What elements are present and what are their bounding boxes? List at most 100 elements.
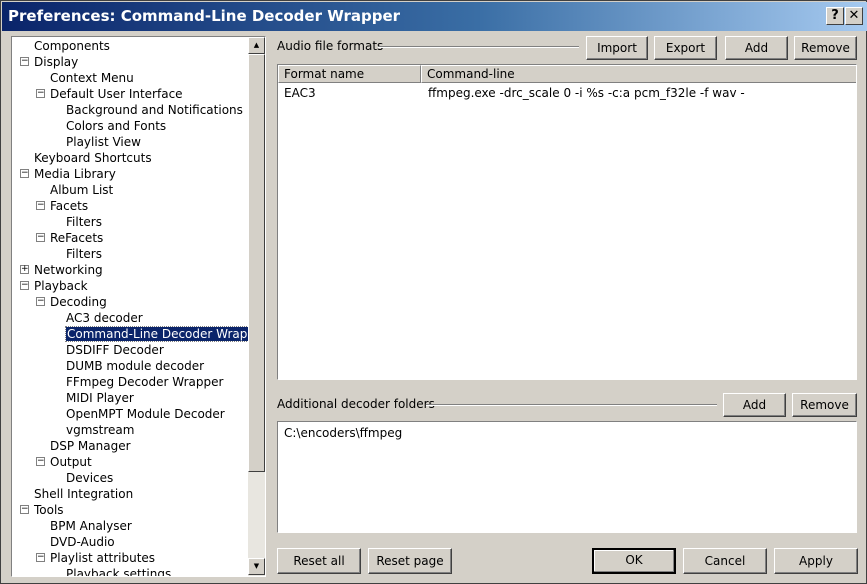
title-bar[interactable]: Preferences: Command-Line Decoder Wrappe… — [2, 2, 867, 31]
tree-item-label: Background and Notifications — [66, 103, 243, 117]
tree-item[interactable]: Shell Integration — [34, 486, 133, 502]
tree-item-label: Command-Line Decoder Wrapper — [64, 326, 249, 342]
tree-item-label: DVD-Audio — [50, 535, 115, 549]
folder-entry[interactable]: C:\encoders\ffmpeg — [284, 426, 402, 440]
tree-item-label: FFmpeg Decoder Wrapper — [66, 375, 224, 389]
tree-item-label: Display — [34, 55, 79, 69]
apply-button[interactable]: Apply — [774, 548, 858, 574]
tree-item-label: Media Library — [34, 167, 116, 181]
tree-item-label: Shell Integration — [34, 487, 134, 501]
tree-item-label: Devices — [66, 471, 114, 485]
collapse-minus-icon[interactable]: − — [36, 201, 45, 210]
tree-item-label: Networking — [34, 263, 103, 277]
tree-item[interactable]: Playlist View — [66, 134, 141, 150]
tree-item-label: Context Menu — [50, 71, 134, 85]
tree-item[interactable]: Filters — [66, 214, 102, 230]
tree-item[interactable]: Devices — [66, 470, 113, 486]
import-button[interactable]: Import — [586, 36, 648, 60]
tree-scrollbar[interactable]: ▲ ▼ — [248, 37, 265, 576]
tree-item[interactable]: Colors and Fonts — [66, 118, 166, 134]
tree-item-label: Colors and Fonts — [66, 119, 167, 133]
collapse-minus-icon[interactable]: − — [20, 505, 29, 514]
tree-item-label: MIDI Player — [66, 391, 134, 405]
command-line-cell[interactable]: ffmpeg.exe -drc_scale 0 -i %s -c:a pcm_f… — [428, 85, 745, 102]
format-name-cell[interactable]: EAC3 — [284, 85, 316, 102]
tree-item[interactable]: DSDIFF Decoder — [66, 342, 164, 358]
tree-item-label: Playback — [34, 279, 88, 293]
tree-item[interactable]: DVD-Audio — [50, 534, 115, 550]
tree-item-label: ReFacets — [50, 231, 104, 245]
column-header-format-name[interactable]: Format name — [278, 65, 421, 83]
export-button[interactable]: Export — [654, 36, 717, 60]
tree-item-label: BPM Analyser — [50, 519, 132, 533]
collapse-minus-icon[interactable]: − — [20, 57, 29, 66]
add-format-button[interactable]: Add — [725, 36, 788, 60]
tree-item[interactable]: OpenMPT Module Decoder — [66, 406, 225, 422]
tree-item[interactable]: Networking — [34, 262, 103, 278]
tree-item[interactable]: DSP Manager — [50, 438, 131, 454]
formats-list[interactable]: Format name Command-line EAC3 ffmpeg.exe… — [277, 64, 857, 380]
preferences-window: Preferences: Command-Line Decoder Wrappe… — [0, 0, 867, 584]
tree-item[interactable]: Playlist attributes — [50, 550, 155, 566]
tree-item[interactable]: MIDI Player — [66, 390, 134, 406]
tree-item-label: DUMB module decoder — [66, 359, 205, 373]
tree-item[interactable]: Context Menu — [50, 70, 134, 86]
tree-item[interactable]: Keyboard Shortcuts — [34, 150, 152, 166]
tree-item-label: Playlist View — [66, 135, 141, 149]
add-folder-button[interactable]: Add — [723, 393, 786, 417]
collapse-minus-icon[interactable]: − — [36, 297, 45, 306]
ok-button[interactable]: OK — [592, 548, 676, 574]
tree-item[interactable]: Default User Interface — [50, 86, 183, 102]
tree-item-label: DSDIFF Decoder — [66, 343, 164, 357]
tree-item[interactable]: Tools — [34, 502, 64, 518]
tree-item[interactable]: Facets — [50, 198, 88, 214]
tree-item[interactable]: BPM Analyser — [50, 518, 132, 534]
audio-formats-heading: Audio file formats — [277, 39, 384, 53]
remove-folder-button[interactable]: Remove — [792, 393, 857, 417]
tree-item[interactable]: Album List — [50, 182, 113, 198]
help-button[interactable]: ? — [826, 7, 844, 25]
collapse-minus-icon[interactable]: − — [20, 281, 29, 290]
tree-item[interactable]: Filters — [66, 246, 102, 262]
tree-item-label: Decoding — [50, 295, 107, 309]
collapse-minus-icon[interactable]: − — [36, 457, 45, 466]
tree-item[interactable]: Background and Notifications — [66, 102, 243, 118]
tree-item-label: Filters — [66, 215, 102, 229]
tree-item[interactable]: Components — [34, 38, 110, 54]
close-button[interactable]: ✕ — [845, 7, 863, 25]
tree-item-label: AC3 decoder — [66, 311, 143, 325]
tree-item[interactable]: Display — [34, 54, 78, 70]
tree-item[interactable]: DUMB module decoder — [66, 358, 204, 374]
tree-item[interactable]: Playback — [34, 278, 88, 294]
audio-formats-divider — [378, 46, 579, 48]
remove-format-button[interactable]: Remove — [794, 36, 857, 60]
collapse-minus-icon[interactable]: − — [36, 233, 45, 242]
reset-page-button[interactable]: Reset page — [368, 548, 452, 574]
reset-all-button[interactable]: Reset all — [277, 548, 361, 574]
collapse-minus-icon[interactable]: − — [36, 89, 45, 98]
scroll-down-arrow-icon[interactable]: ▼ — [248, 558, 265, 575]
tree-item[interactable]: FFmpeg Decoder Wrapper — [66, 374, 223, 390]
preferences-tree: Components − Display Context Menu − Default U… — [11, 36, 266, 577]
tree-item-label: Filters — [66, 247, 102, 261]
scroll-up-arrow-icon[interactable]: ▲ — [248, 37, 265, 54]
expand-plus-icon[interactable]: + — [20, 265, 29, 274]
tree-item[interactable]: Decoding — [50, 294, 107, 310]
decoder-folders-heading: Additional decoder folders — [277, 397, 435, 411]
tree-item[interactable]: AC3 decoder — [66, 310, 143, 326]
decoder-folders-list[interactable]: C:\encoders\ffmpeg — [277, 421, 857, 533]
tree-item[interactable]: vgmstream — [66, 422, 134, 438]
tree-item[interactable]: Output — [50, 454, 92, 470]
collapse-minus-icon[interactable]: − — [36, 553, 45, 562]
tree-item[interactable]: ReFacets — [50, 230, 103, 246]
tree-item-label: OpenMPT Module Decoder — [66, 407, 225, 421]
tree-item[interactable]: Playback settings — [66, 566, 171, 576]
collapse-minus-icon[interactable]: − — [20, 169, 29, 178]
tree-item-label: Default User Interface — [50, 87, 183, 101]
column-header-command-line[interactable]: Command-line — [421, 65, 856, 83]
tree-item-label: Tools — [34, 503, 64, 517]
tree-item[interactable]: Media Library — [34, 166, 116, 182]
cancel-button[interactable]: Cancel — [683, 548, 767, 574]
scroll-thumb[interactable] — [248, 54, 265, 472]
tree-item[interactable]: Command-Line Decoder Wrapper — [64, 326, 249, 342]
